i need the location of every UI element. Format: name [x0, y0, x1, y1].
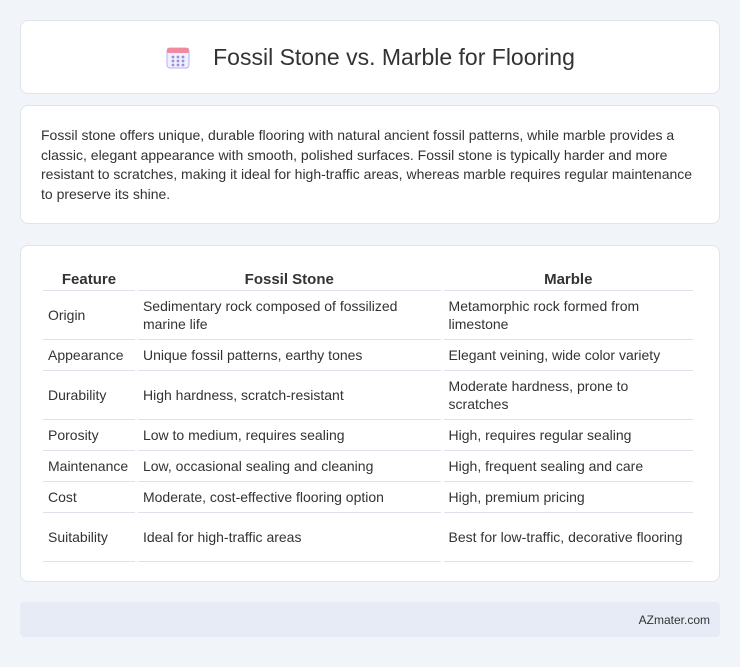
- fossil-stone-cell: Sedimentary rock composed of fossilized …: [137, 291, 441, 340]
- feature-cell: Durability: [43, 371, 135, 420]
- page-title: Fossil Stone vs. Marble for Flooring: [213, 43, 575, 70]
- fossil-stone-cell: Moderate, cost-effective flooring option: [137, 482, 441, 513]
- feature-cell: Appearance: [43, 340, 135, 371]
- header-card: Fossil Stone vs. Marble for Flooring: [20, 20, 720, 94]
- fossil-stone-cell: Low, occasional sealing and cleaning: [137, 451, 441, 482]
- feature-cell: Porosity: [43, 420, 135, 451]
- footer: AZmater.com: [20, 602, 720, 637]
- table-row: Origin Sedimentary rock composed of foss…: [43, 291, 693, 340]
- marble-cell: Metamorphic rock formed from limestone: [443, 291, 693, 340]
- footer-site-label: AZmater.com: [638, 612, 710, 627]
- fossil-stone-cell: Unique fossil patterns, earthy tones: [137, 340, 441, 371]
- feature-cell: Origin: [43, 291, 135, 340]
- fossil-stone-cell: Low to medium, requires sealing: [137, 420, 441, 451]
- table-row: Cost Moderate, cost-effective flooring o…: [43, 482, 693, 513]
- comparison-table-card: Feature Fossil Stone Marble Origin Sedim…: [20, 245, 720, 582]
- marble-cell: High, frequent sealing and care: [443, 451, 693, 482]
- comparison-table: Feature Fossil Stone Marble Origin Sedim…: [40, 266, 696, 562]
- table-row: Porosity Low to medium, requires sealing…: [43, 420, 693, 451]
- table-row: Appearance Unique fossil patterns, earth…: [43, 340, 693, 371]
- calendar-icon: [165, 44, 191, 70]
- fossil-stone-cell: Ideal for high-traffic areas: [137, 513, 441, 562]
- table-row: Durability High hardness, scratch-resist…: [43, 371, 693, 420]
- feature-cell: Maintenance: [43, 451, 135, 482]
- marble-cell: Elegant veining, wide color variety: [443, 340, 693, 371]
- table-row: Maintenance Low, occasional sealing and …: [43, 451, 693, 482]
- table-header-row: Feature Fossil Stone Marble: [43, 266, 693, 291]
- marble-cell: High, premium pricing: [443, 482, 693, 513]
- fossil-stone-cell: High hardness, scratch-resistant: [137, 371, 441, 420]
- column-header-marble: Marble: [443, 266, 693, 291]
- feature-cell: Suitability: [43, 513, 135, 562]
- column-header-feature: Feature: [43, 266, 135, 291]
- column-header-fossil-stone: Fossil Stone: [137, 266, 441, 291]
- marble-cell: Moderate hardness, prone to scratches: [443, 371, 693, 420]
- intro-text: Fossil stone offers unique, durable floo…: [41, 127, 693, 202]
- intro-card: Fossil stone offers unique, durable floo…: [20, 105, 720, 224]
- feature-cell: Cost: [43, 482, 135, 513]
- marble-cell: Best for low-traffic, decorative floorin…: [443, 513, 693, 562]
- marble-cell: High, requires regular sealing: [443, 420, 693, 451]
- table-row: Suitability Ideal for high-traffic areas…: [43, 513, 693, 562]
